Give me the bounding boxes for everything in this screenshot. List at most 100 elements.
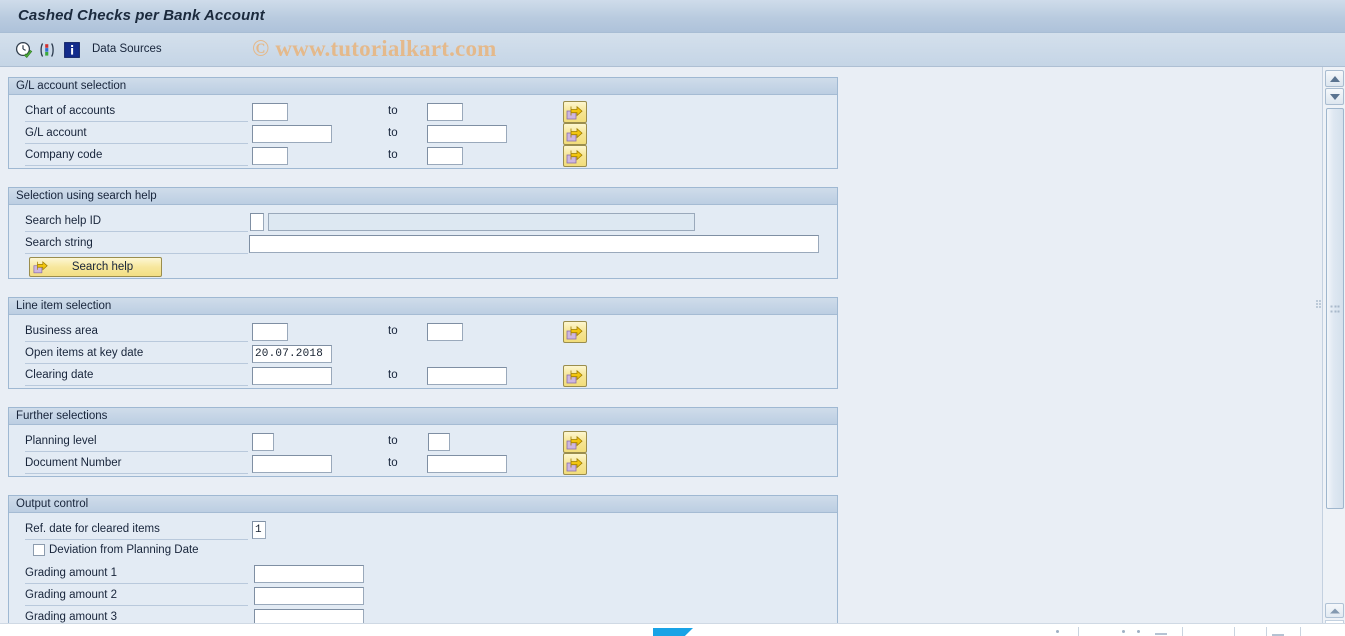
panel-title-selection-using-search-help: Selection using search help: [9, 188, 837, 205]
field-row-planning-level: Planning level to: [9, 431, 837, 453]
label-to-company-code: to: [388, 149, 398, 161]
input-gl-account-to[interactable]: [427, 125, 507, 143]
label-search-string: Search string: [25, 237, 93, 249]
field-row-ref-date-for-cleared-items: Ref. date for cleared items: [9, 519, 837, 541]
label-underline: [25, 539, 248, 540]
label-open-items-at-key-date: Open items at key date: [25, 347, 144, 359]
label-to-gl-account: to: [388, 127, 398, 139]
input-planning-level-from[interactable]: [252, 433, 274, 451]
status-indicator-icon: [1137, 630, 1140, 633]
scroll-up-button[interactable]: [1325, 70, 1344, 87]
input-gl-account-from[interactable]: [252, 125, 332, 143]
input-document-number-from[interactable]: [252, 455, 332, 473]
field-row-open-items-at-key-date: Open items at key date: [9, 343, 837, 365]
variant-icon[interactable]: [39, 41, 57, 59]
vertical-scrollbar[interactable]: [1322, 67, 1345, 636]
input-business-area-from[interactable]: [252, 323, 288, 341]
label-underline: [25, 341, 248, 342]
input-chart-of-accounts-to[interactable]: [427, 103, 463, 121]
scroll-down-button[interactable]: [1325, 88, 1344, 105]
input-clearing-date-from[interactable]: [252, 367, 332, 385]
label-gl-account: G/L account: [25, 127, 87, 139]
label-underline: [25, 605, 248, 606]
input-business-area-to[interactable]: [427, 323, 463, 341]
label-to-business-area: to: [388, 325, 398, 337]
multiple-selection-button-clearing-date[interactable]: [563, 365, 587, 387]
input-company-code-from[interactable]: [252, 147, 288, 165]
label-to-document-number: to: [388, 457, 398, 469]
status-divider: [1266, 627, 1267, 636]
status-divider: [1234, 627, 1235, 636]
search-help-button[interactable]: Search help: [29, 257, 162, 277]
scroll-thumb[interactable]: [1326, 108, 1344, 509]
multi-select-arrow-icon: [566, 127, 583, 142]
panel-title-gl-account-selection: G/L account selection: [9, 78, 837, 95]
field-row-deviation-from-planning-date: Deviation from Planning Date: [9, 541, 837, 563]
input-grading-amount-2[interactable]: [254, 587, 364, 605]
label-planning-level: Planning level: [25, 435, 97, 447]
input-company-code-to[interactable]: [427, 147, 463, 165]
sap-logo-icon: [653, 628, 693, 636]
label-underline: [25, 143, 248, 144]
multi-select-arrow-icon: [566, 369, 583, 384]
label-underline: [25, 165, 248, 166]
label-search-help-id: Search help ID: [25, 215, 102, 227]
status-divider: [1182, 627, 1183, 636]
status-indicator-icon: [1056, 630, 1059, 633]
multiple-selection-button-gl-account[interactable]: [563, 123, 587, 145]
checkbox-deviation-from-planning-date[interactable]: [33, 544, 45, 556]
label-grading-amount-1: Grading amount 1: [25, 567, 118, 579]
field-row-document-number: Document Number to: [9, 453, 837, 475]
label-to-planning-level: to: [388, 435, 398, 447]
multiple-selection-button-chart-of-accounts[interactable]: [563, 101, 587, 123]
field-row-search-help-id: Search help ID: [9, 211, 837, 233]
multi-select-arrow-icon: [566, 105, 583, 120]
label-underline: [25, 363, 248, 364]
label-chart-of-accounts: Chart of accounts: [25, 105, 116, 117]
label-to-chart-of-accounts: to: [388, 105, 398, 117]
field-row-clearing-date: Clearing date to: [9, 365, 837, 387]
search-help-arrow-icon: [33, 260, 49, 275]
panel-title-output-control: Output control: [9, 496, 837, 513]
status-bar: [0, 623, 1345, 636]
field-row-business-area: Business area to: [9, 321, 837, 343]
label-to-clearing-date: to: [388, 369, 398, 381]
page-title: Cashed Checks per Bank Account: [18, 7, 265, 24]
multiple-selection-button-company-code[interactable]: [563, 145, 587, 167]
input-grading-amount-1[interactable]: [254, 565, 364, 583]
field-row-grading-amount-1: Grading amount 1: [9, 563, 837, 585]
scroll-page-up-button[interactable]: [1325, 603, 1344, 618]
label-deviation-from-planning-date: Deviation from Planning Date: [49, 544, 199, 556]
splitter-grip-icon[interactable]: [1316, 300, 1322, 309]
status-bar-mark: [1155, 633, 1167, 635]
multiple-selection-button-document-number[interactable]: [563, 453, 587, 475]
multiple-selection-button-planning-level[interactable]: [563, 431, 587, 453]
panel-output-control: Output control Ref. date for cleared ite…: [8, 495, 838, 636]
data-sources-label[interactable]: Data Sources: [92, 43, 162, 55]
input-chart-of-accounts-from[interactable]: [252, 103, 288, 121]
panel-further-selections: Further selections Planning level to Doc…: [8, 407, 838, 477]
field-row-grading-amount-2: Grading amount 2: [9, 585, 837, 607]
field-row-chart-of-accounts: Chart of accounts to: [9, 101, 837, 123]
input-search-help-id[interactable]: [250, 213, 264, 231]
input-clearing-date-to[interactable]: [427, 367, 507, 385]
input-open-items-at-key-date[interactable]: [252, 345, 332, 363]
multi-select-arrow-icon: [566, 457, 583, 472]
input-search-string[interactable]: [249, 235, 819, 253]
input-search-help-id-description[interactable]: [268, 213, 695, 231]
input-planning-level-to[interactable]: [428, 433, 450, 451]
label-grading-amount-3: Grading amount 3: [25, 611, 118, 623]
application-toolbar: Data Sources: [0, 33, 1345, 67]
input-document-number-to[interactable]: [427, 455, 507, 473]
multiple-selection-button-business-area[interactable]: [563, 321, 587, 343]
label-grading-amount-2: Grading amount 2: [25, 589, 118, 601]
input-ref-date-for-cleared-items[interactable]: [252, 521, 266, 539]
execute-clock-icon[interactable]: [15, 41, 33, 59]
panel-gl-account-selection: G/L account selection Chart of accounts …: [8, 77, 838, 169]
panel-title-further-selections: Further selections: [9, 408, 837, 425]
info-icon[interactable]: [63, 41, 81, 59]
field-row-gl-account: G/L account to: [9, 123, 837, 145]
label-underline: [25, 121, 248, 122]
multi-select-arrow-icon: [566, 149, 583, 164]
label-underline: [25, 583, 248, 584]
